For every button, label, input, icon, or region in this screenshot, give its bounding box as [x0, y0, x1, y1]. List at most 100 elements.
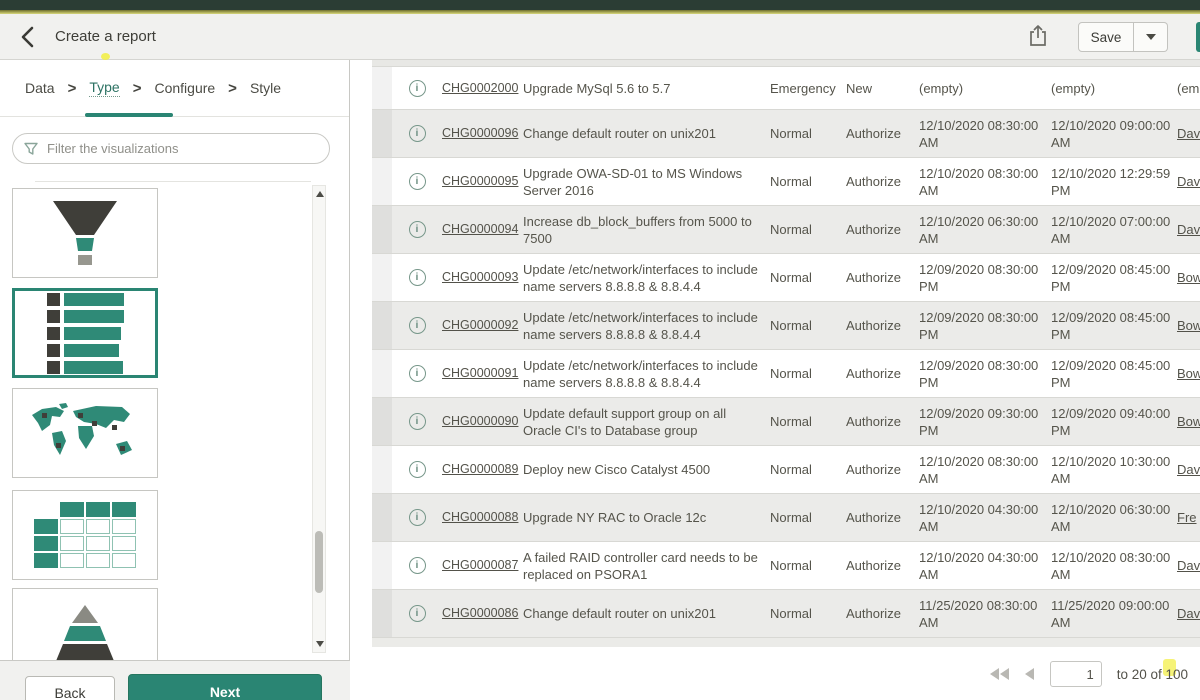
- assignee-link[interactable]: Bow: [1177, 366, 1200, 381]
- record-number-link[interactable]: CHG0000096: [442, 126, 518, 140]
- scroll-down-icon[interactable]: [316, 641, 324, 647]
- row-gutter: [372, 494, 392, 541]
- state-cell: Authorize: [846, 365, 919, 382]
- save-dropdown-button[interactable]: [1134, 22, 1168, 52]
- state-cell: Authorize: [846, 125, 919, 142]
- change-type-cell: Normal: [770, 173, 846, 190]
- caret-down-icon: [1146, 34, 1156, 40]
- info-icon-button[interactable]: i: [409, 269, 426, 286]
- short-description-cell: Change default router on unix201: [523, 125, 770, 142]
- pyramid-chart-icon: [25, 603, 145, 660]
- offscreen-primary-button-edge[interactable]: [1196, 22, 1200, 52]
- chevron-right-icon: >: [133, 80, 142, 97]
- record-number-link[interactable]: CHG0000095: [442, 174, 518, 188]
- record-number-link[interactable]: CHG0000088: [442, 510, 518, 524]
- assignee-link[interactable]: Dav: [1177, 174, 1200, 189]
- viz-thumbnail-map[interactable]: [12, 388, 158, 478]
- info-icon-button[interactable]: i: [409, 509, 426, 526]
- change-type-cell: Normal: [770, 605, 846, 622]
- back-arrow-icon[interactable]: [18, 24, 40, 50]
- table-row: iCHG0000091Update /etc/network/interface…: [372, 350, 1200, 398]
- assignee-link[interactable]: Bow: [1177, 318, 1200, 333]
- record-number-link[interactable]: CHG0000093: [442, 270, 518, 284]
- assignee-link[interactable]: Dav: [1177, 462, 1200, 477]
- viz-thumbnail-list[interactable]: [12, 288, 158, 378]
- info-icon-button[interactable]: i: [409, 605, 426, 622]
- row-gutter: [372, 302, 392, 349]
- record-number-link[interactable]: CHG0000092: [442, 318, 518, 332]
- visualization-type-list: [0, 185, 350, 660]
- record-number-link[interactable]: CHG0002000: [442, 81, 518, 95]
- assignee-link[interactable]: Dav: [1177, 222, 1200, 237]
- assignee-cell: Fre: [1177, 509, 1200, 526]
- first-page-button[interactable]: [990, 668, 1010, 680]
- info-icon-button[interactable]: i: [409, 125, 426, 142]
- info-cell: i: [392, 461, 442, 478]
- info-icon-button[interactable]: i: [409, 80, 426, 97]
- number-cell: CHG0000087: [442, 557, 523, 574]
- end-date-cell: 12/10/2020 10:30:00 AM: [1051, 453, 1177, 487]
- short-description-cell: Upgrade NY RAC to Oracle 12c: [523, 509, 770, 526]
- table-row: iCHG0000088Upgrade NY RAC to Oracle 12cN…: [372, 494, 1200, 542]
- viz-thumbnail-funnel[interactable]: [12, 188, 158, 278]
- back-button[interactable]: Back: [25, 676, 115, 700]
- assignee-cell: Dav: [1177, 605, 1200, 622]
- active-step-underline: [85, 113, 173, 117]
- number-cell: CHG0000092: [442, 317, 523, 334]
- previous-page-button[interactable]: [1025, 668, 1035, 680]
- info-icon-button[interactable]: i: [409, 221, 426, 238]
- breadcrumb-step-data[interactable]: Data: [25, 80, 55, 96]
- record-number-link[interactable]: CHG0000091: [442, 366, 518, 380]
- table-row: iCHG0000087A failed RAID controller card…: [372, 542, 1200, 590]
- assignee-link[interactable]: Bow: [1177, 414, 1200, 429]
- next-button[interactable]: Next: [128, 674, 322, 700]
- number-cell: CHG0000086: [442, 605, 523, 622]
- change-type-cell: Emergency: [770, 80, 846, 97]
- double-left-arrow-icon: [990, 668, 1010, 680]
- assignee-text: (em: [1177, 81, 1199, 96]
- record-number-link[interactable]: CHG0000094: [442, 222, 518, 236]
- state-cell: Authorize: [846, 173, 919, 190]
- info-icon-button[interactable]: i: [409, 317, 426, 334]
- info-icon-button[interactable]: i: [409, 461, 426, 478]
- end-date-cell: 12/10/2020 07:00:00 AM: [1051, 213, 1177, 247]
- end-date-cell: 12/10/2020 06:30:00 AM: [1051, 501, 1177, 535]
- end-date-cell: 11/25/2020 09:00:00 AM: [1051, 597, 1177, 631]
- start-date-cell: 12/10/2020 08:30:00 AM: [919, 453, 1051, 487]
- scroll-up-icon[interactable]: [316, 191, 324, 197]
- viz-list-scrollbar[interactable]: [312, 185, 326, 653]
- short-description-cell: Upgrade OWA-SD-01 to MS Windows Server 2…: [523, 165, 770, 199]
- start-date-cell: 12/09/2020 08:30:00 PM: [919, 357, 1051, 391]
- viz-thumbnail-pyramid[interactable]: [12, 588, 158, 660]
- info-icon-button[interactable]: i: [409, 173, 426, 190]
- info-icon-button[interactable]: i: [409, 365, 426, 382]
- filter-visualizations-input[interactable]: [47, 141, 319, 156]
- number-cell: CHG0000089: [442, 461, 523, 478]
- assignee-link[interactable]: Bow: [1177, 270, 1200, 285]
- breadcrumb-step-type[interactable]: Type: [89, 79, 119, 97]
- assignee-link[interactable]: Dav: [1177, 606, 1200, 621]
- assignee-link[interactable]: Dav: [1177, 126, 1200, 141]
- share-export-icon[interactable]: [1027, 24, 1051, 50]
- info-icon-button[interactable]: i: [409, 557, 426, 574]
- record-number-link[interactable]: CHG0000089: [442, 462, 518, 476]
- record-number-link[interactable]: CHG0000090: [442, 414, 518, 428]
- record-number-link[interactable]: CHG0000087: [442, 558, 518, 572]
- breadcrumb-step-configure[interactable]: Configure: [154, 80, 215, 96]
- info-icon-button[interactable]: i: [409, 413, 426, 430]
- row-gutter: [372, 446, 392, 493]
- assignee-link[interactable]: Dav: [1177, 558, 1200, 573]
- chevron-right-icon: >: [228, 80, 237, 97]
- assignee-link[interactable]: Fre: [1177, 510, 1197, 525]
- assignee-cell: Bow: [1177, 365, 1200, 382]
- info-cell: i: [392, 413, 442, 430]
- scrollbar-thumb[interactable]: [315, 531, 323, 593]
- table-top-edge: [372, 60, 1200, 67]
- breadcrumb-step-style[interactable]: Style: [250, 80, 281, 96]
- visualization-filter: [12, 133, 330, 164]
- viz-thumbnail-pivot-table[interactable]: [12, 490, 158, 580]
- record-number-link[interactable]: CHG0000086: [442, 606, 518, 620]
- page-number-input[interactable]: [1050, 661, 1102, 687]
- start-date-cell: 12/10/2020 06:30:00 AM: [919, 213, 1051, 247]
- save-button[interactable]: Save: [1078, 22, 1134, 52]
